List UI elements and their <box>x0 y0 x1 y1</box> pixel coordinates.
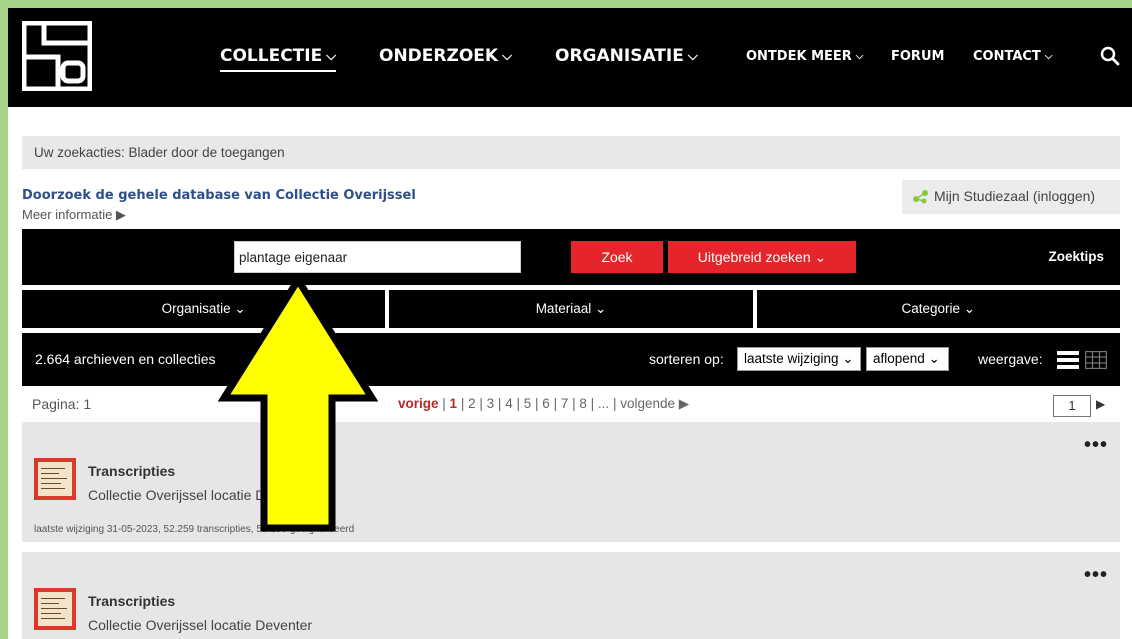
studiezaal-icon <box>913 190 928 204</box>
page-go-arrow[interactable]: ▶ <box>1096 397 1105 411</box>
zoektips-link[interactable]: Zoektips <box>1048 249 1104 264</box>
transcript-thumbnail <box>34 458 76 500</box>
nav-ontdek-meer[interactable]: ONTDEK MEER ⌵ <box>746 49 863 64</box>
more-options-icon[interactable]: ••• <box>1084 564 1108 587</box>
page-link-2[interactable]: 2 <box>468 396 476 411</box>
chevron-down-icon: ⌵ <box>502 48 512 64</box>
database-search-link[interactable]: Doorzoek de gehele database van Collecti… <box>22 188 416 203</box>
transcript-thumbnail <box>34 588 76 630</box>
sort-label: sorteren op: <box>649 351 724 367</box>
yellow-arrow-annotation <box>218 274 378 532</box>
result-item[interactable]: ••• Transcripties Collectie Overijssel l… <box>22 422 1120 542</box>
page-number-input[interactable]: 1 <box>1053 395 1091 417</box>
next-page-link[interactable]: volgende ▶ <box>620 396 689 411</box>
advanced-search-button[interactable]: Uitgebreid zoeken ⌄ <box>668 241 856 273</box>
chevron-down-icon: ⌵ <box>687 48 698 64</box>
filter-materiaal[interactable]: Materiaal ⌄ <box>389 290 753 328</box>
page-link-5[interactable]: 5 <box>524 396 532 411</box>
chevron-down-icon: ⌵ <box>1044 51 1053 62</box>
nav-forum[interactable]: FORUM <box>891 49 944 64</box>
more-options-icon[interactable]: ••• <box>1084 434 1108 457</box>
filter-bar: Organisatie ⌄ Materiaal ⌄ Categorie ⌄ <box>22 290 1120 328</box>
breadcrumb: Uw zoekacties: Blader door de toegangen <box>22 136 1120 169</box>
more-info-link[interactable]: Meer informatie ▶ <box>22 207 126 223</box>
page-link-3[interactable]: 3 <box>487 396 495 411</box>
result-subtitle: Collectie Overijssel locatie Deventer <box>88 617 313 633</box>
result-item[interactable]: ••• Transcripties Collectie Overijssel l… <box>22 552 1120 639</box>
filter-categorie[interactable]: Categorie ⌄ <box>756 290 1120 328</box>
collectie-overijssel-logo[interactable] <box>22 21 92 91</box>
pagination: vorige | 1 | 2 | 3 | 4 | 5 | 6 | 7 | 8 |… <box>398 396 690 411</box>
sort-select[interactable]: laatste wijziging ⌄ <box>737 347 861 371</box>
nav-contact[interactable]: CONTACT ⌵ <box>973 49 1052 64</box>
search-input[interactable] <box>234 241 521 273</box>
browser-page: COLLECTIE ⌵ ONDERZOEK ⌵ ORGANISATIE ⌵ ONTDE… <box>8 8 1132 639</box>
page-link-7[interactable]: 7 <box>561 396 569 411</box>
result-count: 2.664 archieven en collecties <box>35 351 216 367</box>
search-bar: Zoek Uitgebreid zoeken ⌄ Zoektips <box>22 229 1120 285</box>
chevron-down-icon: ⌵ <box>855 51 864 62</box>
prev-page-link[interactable]: vorige <box>398 396 439 411</box>
page-link-1[interactable]: 1 <box>450 396 458 411</box>
page-link-4[interactable]: 4 <box>505 396 513 411</box>
result-title[interactable]: Transcripties <box>88 593 175 609</box>
search-icon[interactable] <box>1100 46 1120 66</box>
site-header: COLLECTIE ⌵ ONDERZOEK ⌵ ORGANISATIE ⌵ ONTDE… <box>8 8 1132 107</box>
list-view-icon[interactable] <box>1057 351 1079 369</box>
page-indicator: Pagina: 1 <box>32 396 92 412</box>
result-title[interactable]: Transcripties <box>88 463 175 479</box>
order-select[interactable]: aflopend ⌄ <box>866 347 949 371</box>
nav-organisatie[interactable]: ORGANISATIE ⌵ <box>555 46 698 66</box>
studiezaal-login-button[interactable]: Mijn Studiezaal (inloggen) <box>902 180 1120 214</box>
page-link-8[interactable]: 8 <box>579 396 587 411</box>
nav-onderzoek[interactable]: ONDERZOEK ⌵ <box>379 46 512 66</box>
page-ellipsis: ... <box>597 396 610 411</box>
chevron-down-icon: ⌵ <box>326 48 336 64</box>
results-toolbar: 2.664 archieven en collecties sorteren o… <box>22 333 1120 386</box>
page-link-6[interactable]: 6 <box>542 396 550 411</box>
nav-collectie[interactable]: COLLECTIE ⌵ <box>220 46 336 72</box>
grid-view-icon[interactable] <box>1085 351 1107 369</box>
view-label: weergave: <box>978 351 1043 367</box>
zoek-button[interactable]: Zoek <box>571 241 663 273</box>
